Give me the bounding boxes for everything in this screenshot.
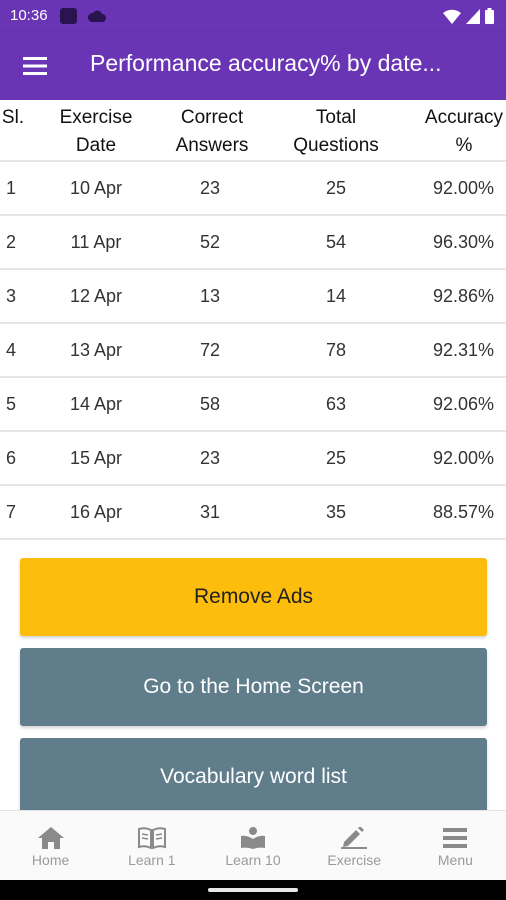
- vocabulary-list-button[interactable]: Vocabulary word list: [20, 738, 487, 816]
- cell-accuracy: 92.00%: [432, 448, 494, 468]
- cell-total: 35: [325, 502, 347, 522]
- signal-icon: [466, 8, 480, 24]
- nav-learn10-label: Learn 10: [225, 852, 281, 868]
- header-total-line1: Total: [315, 107, 357, 128]
- cell-date: 16 Apr: [69, 502, 123, 522]
- status-time: 10:36: [10, 7, 48, 24]
- cell-date: 14 Apr: [69, 394, 123, 414]
- status-bar: 10:36: [0, 0, 506, 32]
- header-sl: Sl.: [0, 104, 26, 132]
- cell-correct: 52: [199, 232, 221, 252]
- header-sl-label: Sl.: [1, 107, 25, 128]
- cell-accuracy: 92.06%: [432, 394, 494, 414]
- header-accuracy: Accuracy %: [416, 104, 506, 160]
- cell-total: 25: [325, 178, 347, 198]
- cell-correct: 23: [199, 178, 221, 198]
- hamburger-icon: [23, 57, 47, 75]
- cell-date: 12 Apr: [69, 286, 123, 306]
- header-total-line2: Questions: [293, 135, 379, 156]
- cell-total: 54: [325, 232, 347, 252]
- cell-date: 10 Apr: [69, 178, 123, 198]
- header-exercise-date: Exercise Date: [46, 104, 146, 160]
- reader-icon: [241, 827, 265, 849]
- table-header: Sl. Exercise Date Correct Answers Total …: [0, 100, 506, 162]
- cell-sl: 4: [6, 340, 17, 360]
- performance-table: Sl. Exercise Date Correct Answers Total …: [0, 100, 506, 540]
- gesture-handle[interactable]: [208, 888, 298, 892]
- header-total-questions: Total Questions: [284, 104, 388, 160]
- app-bar: Performance accuracy% by date...: [0, 32, 506, 100]
- cell-date: 11 Apr: [70, 232, 122, 252]
- app-notification-icon: [60, 8, 77, 24]
- nav-menu-label: Menu: [437, 852, 473, 868]
- table-row: 4 13 Apr 72 78 92.31%: [0, 324, 506, 378]
- cell-correct: 72: [199, 340, 221, 360]
- header-correct-line2: Answers: [175, 135, 249, 156]
- remove-ads-button[interactable]: Remove Ads: [20, 558, 487, 636]
- cell-correct: 58: [199, 394, 221, 414]
- menu-icon: [443, 828, 468, 848]
- header-correct-line1: Correct: [180, 107, 244, 128]
- cell-total: 63: [325, 394, 347, 414]
- nav-home[interactable]: Home: [0, 811, 101, 880]
- table-row: 3 12 Apr 13 14 92.86%: [0, 270, 506, 324]
- nav-learn1[interactable]: Learn 1: [101, 811, 202, 880]
- table-row: 6 15 Apr 23 25 92.00%: [0, 432, 506, 486]
- cell-accuracy: 92.86%: [432, 286, 494, 306]
- nav-exercise[interactable]: Exercise: [304, 811, 405, 880]
- cell-sl: 5: [6, 394, 17, 414]
- nav-exercise-label: Exercise: [327, 852, 382, 868]
- nav-learn10[interactable]: Learn 10: [202, 811, 303, 880]
- nav-menu[interactable]: Menu: [405, 811, 506, 880]
- cell-sl: 3: [6, 286, 17, 306]
- cell-accuracy: 88.57%: [432, 502, 494, 522]
- cell-total: 14: [325, 286, 347, 306]
- book-icon: [137, 827, 166, 849]
- cell-sl: 6: [6, 448, 17, 468]
- table-row: 1 10 Apr 23 25 92.00%: [0, 162, 506, 216]
- cell-date: 13 Apr: [69, 340, 123, 360]
- cell-sl: 1: [6, 178, 17, 198]
- cell-total: 25: [325, 448, 347, 468]
- hamburger-menu-button[interactable]: [12, 46, 58, 86]
- home-icon: [37, 827, 64, 849]
- cell-sl: 7: [6, 502, 17, 522]
- bottom-navigation: Home Learn 1 Learn 10 Exercise Menu: [0, 810, 506, 880]
- cell-correct: 23: [199, 448, 221, 468]
- wifi-icon: [443, 9, 461, 24]
- table-row: 5 14 Apr 58 63 92.06%: [0, 378, 506, 432]
- status-icons: [443, 8, 494, 24]
- battery-icon: [485, 8, 494, 24]
- cell-total: 78: [325, 340, 347, 360]
- cloud-icon: [88, 10, 106, 22]
- header-accuracy-line2: %: [455, 135, 473, 156]
- cell-accuracy: 96.30%: [432, 232, 494, 252]
- header-correct-answers: Correct Answers: [160, 104, 264, 160]
- cell-accuracy: 92.31%: [432, 340, 494, 360]
- header-accuracy-line1: Accuracy: [424, 107, 504, 128]
- header-date-line1: Exercise: [59, 107, 133, 128]
- home-screen-button[interactable]: Go to the Home Screen: [20, 648, 487, 726]
- cell-correct: 13: [199, 286, 221, 306]
- cell-correct: 31: [199, 502, 221, 522]
- table-row: 2 11 Apr 52 54 96.30%: [0, 216, 506, 270]
- nav-learn1-label: Learn 1: [128, 852, 176, 868]
- nav-home-label: Home: [31, 852, 70, 868]
- cell-date: 15 Apr: [69, 448, 123, 468]
- pencil-icon: [341, 827, 368, 849]
- gesture-bar: [0, 880, 506, 900]
- table-row: 7 16 Apr 31 35 88.57%: [0, 486, 506, 540]
- cell-sl: 2: [6, 232, 17, 252]
- page-title: Performance accuracy% by date...: [90, 50, 442, 76]
- header-date-line2: Date: [75, 135, 117, 156]
- cell-accuracy: 92.00%: [432, 178, 494, 198]
